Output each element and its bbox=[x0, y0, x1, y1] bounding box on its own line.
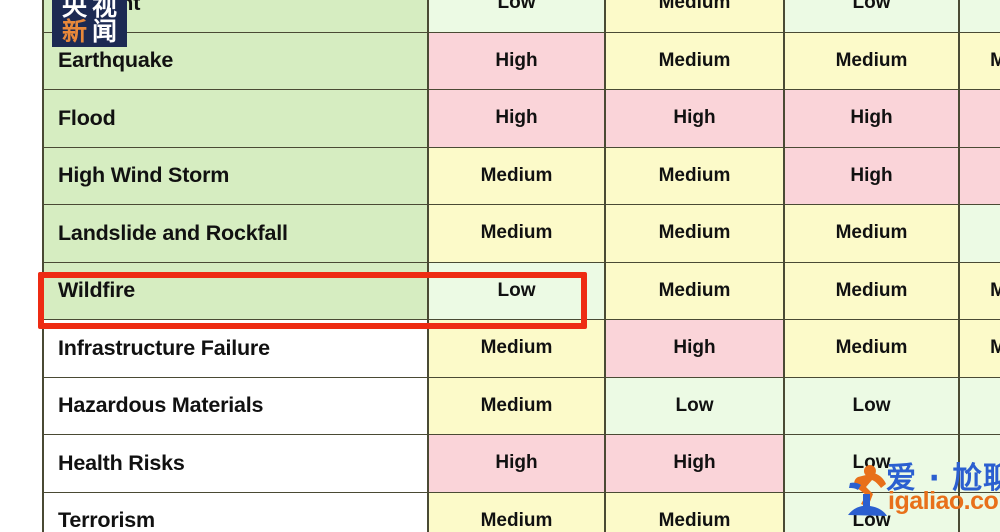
risk-value-cell[interactable]: High bbox=[783, 89, 960, 148]
risk-value-cell[interactable]: Low bbox=[783, 376, 960, 435]
risk-value-cell[interactable]: High bbox=[427, 434, 606, 493]
risk-value-cell[interactable]: Low bbox=[958, 204, 1000, 263]
risk-value-cell[interactable]: Medium bbox=[958, 261, 1000, 320]
risk-value-cell[interactable]: Low bbox=[958, 0, 1000, 33]
risk-value-cell[interactable]: Medium bbox=[604, 204, 785, 263]
risk-value-cell[interactable]: High bbox=[604, 434, 785, 493]
risk-value-cell[interactable]: Low bbox=[604, 376, 785, 435]
risk-value-cell[interactable]: Low bbox=[783, 434, 960, 493]
risk-value-cell[interactable]: Medium bbox=[783, 31, 960, 90]
risk-value-cell[interactable]: Medium bbox=[783, 204, 960, 263]
risk-value-cell[interactable]: High bbox=[604, 89, 785, 148]
risk-value-cell[interactable]: Medium bbox=[958, 31, 1000, 90]
risk-value-cell[interactable]: Medium bbox=[427, 146, 606, 205]
risk-value-cell[interactable]: Low bbox=[958, 491, 1000, 532]
table-row: Hazardous MaterialsMediumLowLowLow bbox=[42, 376, 1000, 435]
hazard-label-cell[interactable]: High Wind Storm bbox=[42, 146, 429, 205]
risk-value-cell[interactable]: Medium bbox=[604, 31, 785, 90]
hazard-label-cell[interactable]: Wildfire bbox=[42, 261, 429, 320]
risk-value-cell[interactable]: Medium bbox=[604, 146, 785, 205]
risk-value-cell[interactable]: High bbox=[427, 31, 606, 90]
risk-value-cell[interactable]: Low bbox=[958, 434, 1000, 493]
risk-value-cell[interactable]: Medium bbox=[783, 319, 960, 378]
risk-value-cell[interactable]: Medium bbox=[604, 0, 785, 33]
risk-value-cell[interactable]: Low bbox=[783, 0, 960, 33]
hazard-risk-matrix: DroughtLowMediumLowLowEarthquakeHighMedi… bbox=[42, 0, 1000, 532]
table-row: High Wind StormMediumMediumHighHigh bbox=[42, 146, 1000, 205]
table-row: Health RisksHighHighLowLow bbox=[42, 434, 1000, 493]
risk-value-cell[interactable]: High bbox=[783, 146, 960, 205]
table-row: EarthquakeHighMediumMediumMedium bbox=[42, 31, 1000, 90]
logo-char-wen: 闻 bbox=[91, 17, 117, 46]
risk-value-cell[interactable]: Medium bbox=[427, 491, 606, 532]
cctv-news-logo: 央 视 新 闻 bbox=[52, 0, 127, 47]
logo-line-2: 新 闻 bbox=[60, 19, 120, 44]
table-row: Infrastructure FailureMediumHighMediumMe… bbox=[42, 319, 1000, 378]
hazard-label-cell[interactable]: Infrastructure Failure bbox=[42, 319, 429, 378]
risk-value-cell[interactable]: High bbox=[427, 89, 606, 148]
risk-value-cell[interactable]: Medium bbox=[427, 204, 606, 263]
risk-value-cell[interactable]: Low bbox=[958, 376, 1000, 435]
risk-value-cell[interactable]: Medium bbox=[427, 319, 606, 378]
logo-char-xin: 新 bbox=[61, 17, 87, 46]
hazard-label-cell[interactable]: Hazardous Materials bbox=[42, 376, 429, 435]
table-row: FloodHighHighHighHigh bbox=[42, 89, 1000, 148]
hazard-label-cell[interactable]: Flood bbox=[42, 89, 429, 148]
table-row: DroughtLowMediumLowLow bbox=[42, 0, 1000, 33]
hazard-label-cell[interactable]: Health Risks bbox=[42, 434, 429, 493]
screenshot-root: DroughtLowMediumLowLowEarthquakeHighMedi… bbox=[0, 0, 1000, 532]
table-row: TerrorismMediumMediumLowLow bbox=[42, 491, 1000, 532]
hazard-label-cell[interactable]: Terrorism bbox=[42, 491, 429, 532]
risk-value-cell[interactable]: Medium bbox=[958, 319, 1000, 378]
risk-value-cell[interactable]: High bbox=[604, 319, 785, 378]
risk-value-cell[interactable]: Low bbox=[427, 0, 606, 33]
table-row: Landslide and Rockfall Medium Medium Medium… bbox=[42, 204, 1000, 263]
risk-value-cell[interactable]: High bbox=[958, 89, 1000, 148]
risk-value-cell[interactable]: High bbox=[958, 146, 1000, 205]
risk-value-cell[interactable]: Medium bbox=[427, 376, 606, 435]
risk-value-cell[interactable]: Medium bbox=[604, 261, 785, 320]
risk-value-cell[interactable]: Medium bbox=[604, 491, 785, 532]
table-row: WildfireLowMediumMediumMedium bbox=[42, 261, 1000, 320]
risk-value-cell[interactable]: Low bbox=[427, 261, 606, 320]
risk-value-cell[interactable]: Low bbox=[783, 491, 960, 532]
risk-value-cell[interactable]: Medium bbox=[783, 261, 960, 320]
hazard-label-cell[interactable]: Landslide and Rockfall bbox=[42, 204, 429, 263]
